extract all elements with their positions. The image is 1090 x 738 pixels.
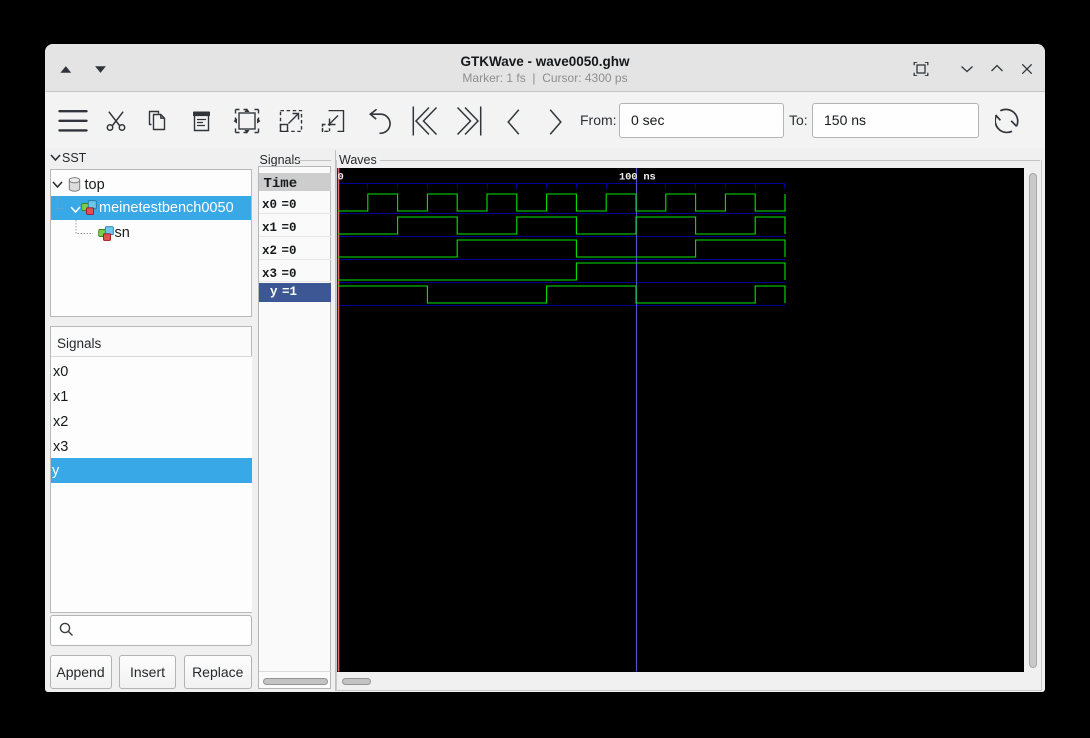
svg-text:0: 0	[338, 172, 344, 184]
svg-text:100 ns: 100 ns	[619, 172, 656, 184]
